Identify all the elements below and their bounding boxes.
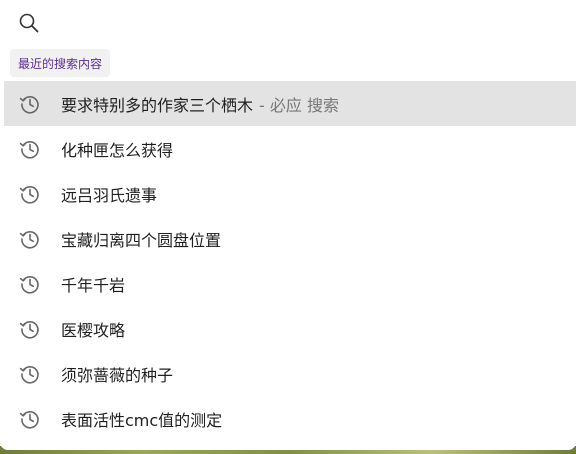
list-item[interactable]: 宝藏归离四个圆盘位置 bbox=[4, 216, 576, 261]
list-item[interactable]: 远吕羽氏遗事 bbox=[4, 171, 576, 216]
list-item-label: 医樱攻略 bbox=[61, 320, 126, 340]
list-item-label: 宝藏归离四个圆盘位置 bbox=[61, 230, 222, 250]
history-icon bbox=[18, 182, 42, 206]
recent-searches-heading: 最近的搜索内容 bbox=[10, 49, 111, 77]
recent-searches-label: 最近的搜索内容 bbox=[18, 56, 103, 71]
search-dropdown-panel: 最近的搜索内容 要求特别多的作家三个栖木 - 必应 搜索 化种匣怎么获得 远吕羽氏… bbox=[0, 0, 576, 450]
list-item-suffix: - 必应 搜索 bbox=[259, 95, 339, 115]
search-input[interactable] bbox=[54, 10, 538, 36]
list-item-label: 须弥蔷薇的种子 bbox=[61, 365, 174, 385]
history-icon bbox=[18, 272, 42, 296]
history-icon bbox=[18, 407, 42, 431]
search-icon bbox=[18, 12, 40, 34]
list-item[interactable]: 医樱攻略 bbox=[4, 306, 576, 351]
list-item-label: 表面活性cmc值的测定 bbox=[61, 410, 223, 430]
list-item-label: 千年千岩 bbox=[61, 275, 126, 295]
list-item[interactable]: 表面活性cmc值的测定 bbox=[4, 396, 576, 441]
history-icon bbox=[18, 137, 42, 161]
list-item-label: 要求特别多的作家三个栖木 bbox=[61, 95, 254, 115]
search-bar[interactable] bbox=[18, 10, 558, 36]
list-item[interactable]: 要求特别多的作家三个栖木 - 必应 搜索 bbox=[4, 81, 576, 126]
list-item[interactable]: 千年千岩 bbox=[4, 261, 576, 306]
list-item[interactable]: 化种匣怎么获得 bbox=[4, 126, 576, 171]
list-item-label: 远吕羽氏遗事 bbox=[61, 185, 158, 205]
history-icon bbox=[18, 317, 42, 341]
history-icon bbox=[18, 92, 42, 116]
history-icon bbox=[18, 362, 42, 386]
list-item[interactable]: 须弥蔷薇的种子 bbox=[4, 351, 576, 396]
recent-search-list: 要求特别多的作家三个栖木 - 必应 搜索 化种匣怎么获得 远吕羽氏遗事 宝藏归离四… bbox=[4, 81, 576, 441]
history-icon bbox=[18, 227, 42, 251]
list-item-label: 化种匣怎么获得 bbox=[61, 140, 174, 160]
